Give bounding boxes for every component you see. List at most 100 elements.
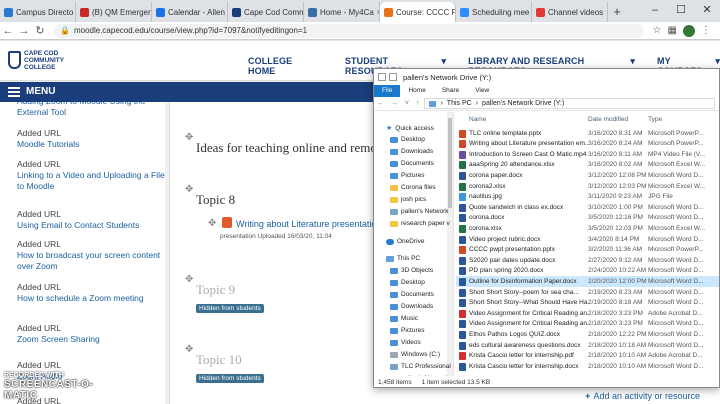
file-explorer-window[interactable]: pallen's Network Drive (Y:) File Home Sh… (373, 68, 720, 388)
sidebar-item-title[interactable]: Zoom Screen Sharing (17, 334, 167, 345)
nav-pane-item[interactable]: Desktop (390, 279, 425, 286)
minimize-button[interactable]: – (642, 0, 668, 22)
extension-icon[interactable]: ▦ (668, 25, 677, 36)
chevron-down-icon[interactable]: ˅ (405, 100, 409, 107)
file-row[interactable]: corona2.xlsx 3/12/2020 12:03 PM Microsoft … (456, 181, 719, 192)
nav-college-home[interactable]: COLLEGE HOME (248, 56, 315, 76)
move-icon[interactable]: ✥ (185, 274, 193, 285)
nav-pane-scrollbar[interactable] (447, 112, 453, 376)
college-logo[interactable]: CAPE COD COMMUNITY COLLEGE (8, 49, 66, 75)
menu-button[interactable]: MENU (8, 86, 55, 97)
file-row[interactable]: nautilus.jpg 3/11/2020 9:23 AM JPG File (456, 192, 719, 203)
sidebar-item-title[interactable]: Using Email to Contact Students (17, 220, 167, 231)
file-row[interactable]: S2020 pair dates update.docx 2/27/2020 9:… (456, 255, 719, 266)
sidebar-item[interactable]: Added URL Zoom Screen Sharing (17, 323, 167, 345)
path-segment[interactable]: pallen's Network Drive (Y:) (482, 100, 564, 107)
new-tab-button[interactable]: + (608, 2, 626, 22)
nav-pane-item[interactable]: TLC Professional (390, 363, 451, 370)
file-row[interactable]: corona.xlsx 3/5/2020 12:03 PM Microsoft Ex… (456, 223, 719, 234)
move-icon[interactable]: ✥ (185, 184, 193, 195)
nav-pane-item[interactable]: pallen's Network (390, 208, 448, 215)
forward-arrow-icon[interactable]: → (16, 25, 32, 37)
save-icon[interactable] (378, 73, 386, 81)
sidebar-item-title[interactable]: How to schedule a Zoom meeting (17, 293, 167, 304)
move-icon[interactable]: ✥ (185, 132, 193, 143)
back-arrow-icon[interactable]: ← (0, 25, 16, 37)
move-icon[interactable]: ✥ (208, 218, 216, 229)
close-window-button[interactable]: ✕ (694, 0, 720, 22)
column-header-name[interactable]: Name (469, 116, 486, 123)
profile-avatar[interactable]: P (683, 24, 695, 37)
file-row[interactable]: Video Assignment for Critical Reading an… (456, 308, 719, 319)
nav-pane-item[interactable]: Downloads (390, 303, 433, 310)
explorer-title-bar[interactable]: pallen's Network Drive (Y:) (374, 69, 719, 85)
file-row[interactable]: Writing about Literature presentation em… (456, 139, 719, 150)
file-row[interactable]: Video project rubric.docx 3/4/2020 8:14 P… (456, 234, 719, 245)
sidebar-item-title[interactable]: Moodle Tutorials (17, 139, 167, 150)
maximize-button[interactable]: ☐ (668, 0, 694, 22)
more-menu-icon[interactable]: ⋮ (701, 25, 711, 36)
nav-pane-item[interactable]: Music (390, 315, 418, 322)
sidebar-item[interactable]: Added URL Linking to a Video and Uploadin… (17, 159, 167, 192)
browser-tab[interactable]: Scheduling mee× (456, 2, 532, 22)
column-header-date[interactable]: Date modified (588, 116, 628, 123)
add-activity-link[interactable]: + Add an activity or resource (585, 391, 700, 401)
folder-icon[interactable] (389, 73, 397, 81)
nav-pane-item[interactable]: Corona files (390, 184, 436, 191)
nav-pane-item[interactable]: Pictures (390, 172, 424, 179)
file-row[interactable]: TLC online template.pptx 3/16/2020 8:31 A… (456, 128, 719, 139)
sidebar-item-title[interactable]: Adding Zoom to Moodle Using the External… (17, 102, 167, 118)
nav-pane-item[interactable]: Documents (390, 160, 434, 167)
nav-pane-item[interactable]: Pictures (390, 327, 424, 334)
file-row[interactable]: Quote sandwich in class ex.docx 3/10/2020… (456, 202, 719, 213)
file-row[interactable]: corona.docx 3/5/2020 12:16 PM Microsoft Wo… (456, 213, 719, 224)
file-row[interactable]: Video Assignment for Critical Reading an… (456, 319, 719, 330)
browser-tab[interactable]: Campus Directo× (0, 2, 76, 22)
file-row[interactable]: Krista Cascio letter for internship.docx… (456, 361, 719, 372)
activity-link[interactable]: Writing about Literature presentation (236, 219, 381, 229)
nav-pane-item[interactable]: josh pics (390, 196, 426, 203)
reload-icon[interactable]: ↻ (32, 24, 48, 37)
nav-pane-item[interactable]: Documents (390, 291, 434, 298)
url-field[interactable]: 🔒 moodle.capecod.edu/course/view.php?id=… (54, 23, 644, 38)
ribbon-tab-file[interactable]: File (374, 85, 401, 97)
sidebar-item[interactable]: Added URL How to schedule a Zoom meeting (17, 282, 167, 304)
file-row[interactable]: Introduction to Screen Cast O Matic.mp4 3… (456, 149, 719, 160)
sidebar-item[interactable]: Added URL Moodle Tutorials (17, 128, 167, 150)
nav-pane-item[interactable]: Videos (390, 339, 421, 346)
scrollbar-thumb[interactable] (448, 118, 452, 208)
path-segment[interactable]: This PC (447, 100, 472, 107)
nav-pane-item[interactable]: ★ Quick access (386, 124, 434, 133)
sidebar-item[interactable]: Added URL Using Email to Contact Students (17, 209, 167, 231)
browser-tab[interactable]: Cape Cod Communi× (228, 2, 304, 22)
sidebar-item-title[interactable]: How to broadcast your screen content ove… (17, 250, 167, 272)
nav-pane-item[interactable]: Desktop (390, 136, 425, 143)
file-row[interactable]: Ethos Pathos Logos QUIZ.docx 2/18/2020 12… (456, 329, 719, 340)
up-arrow-icon[interactable]: ↑ (416, 100, 420, 107)
nav-pane-item[interactable]: Downloads (390, 148, 433, 155)
ribbon-tab-home[interactable]: Home (400, 85, 433, 97)
column-header-type[interactable]: Type (648, 116, 662, 123)
sidebar-item[interactable]: Adding Zoom to Moodle Using the External… (17, 102, 167, 118)
nav-pane-item[interactable]: Windows (C:) (390, 351, 440, 358)
forward-arrow-icon[interactable]: → (391, 100, 398, 107)
nav-pane-item[interactable]: This PC (386, 255, 420, 262)
file-row[interactable]: corona paper.docx 3/12/2020 12:08 PM Micro… (456, 170, 719, 181)
move-icon[interactable]: ✥ (185, 344, 193, 355)
browser-tab[interactable]: Course: CCCC F× (380, 2, 456, 22)
file-row[interactable]: eds cultural awareness questions.docx 2/1… (456, 340, 719, 351)
file-row[interactable]: aaaSpring 20 attendance.xlsx 3/16/2020 8:… (456, 160, 719, 171)
sidebar-item[interactable]: Added URL How to broadcast your screen co… (17, 239, 167, 272)
file-row[interactable]: PD plan spring 2020.docx 2/24/2020 10:22 … (456, 266, 719, 277)
file-row[interactable]: Outline for Disinformation Paper.docx 2/2… (456, 276, 719, 287)
star-bookmark-icon[interactable]: ☆ (653, 25, 662, 36)
nav-pane-item[interactable]: research paper v (390, 220, 450, 227)
ribbon-tab-share[interactable]: Share (434, 85, 467, 97)
file-row[interactable]: Short Short Story--poem for sea cha... 2/… (456, 287, 719, 298)
browser-tab[interactable]: Calendar - Allen× (152, 2, 228, 22)
nav-pane-item[interactable]: OneDrive (386, 238, 424, 245)
file-row[interactable]: CCCC pwpt presentation.pptx 3/2/2020 11:3… (456, 245, 719, 256)
explorer-path-field[interactable]: › This PC › pallen's Network Drive (Y:) (424, 98, 715, 109)
ribbon-tab-view[interactable]: View (467, 85, 497, 97)
file-row[interactable]: Krista Cascio letter for internship.pdf 2… (456, 351, 719, 362)
